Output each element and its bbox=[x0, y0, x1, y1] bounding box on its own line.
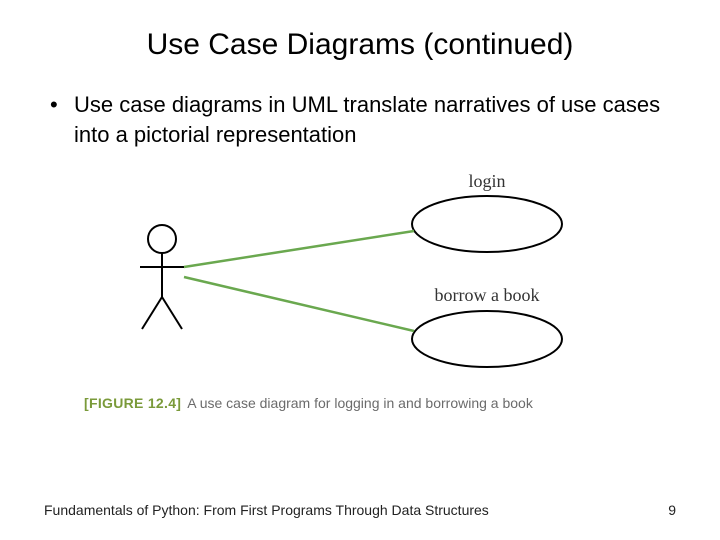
actor-icon bbox=[140, 225, 184, 329]
footer-source: Fundamentals of Python: From First Progr… bbox=[44, 502, 489, 518]
figure-caption: [FIGURE 12.4] A use case diagram for log… bbox=[84, 395, 642, 411]
usecase-ellipse-borrow bbox=[412, 311, 562, 367]
bullet-item: • Use case diagrams in UML translate nar… bbox=[50, 90, 676, 149]
usecase-label-login: login bbox=[468, 171, 505, 191]
usecase-label-borrow: borrow a book bbox=[435, 285, 540, 305]
page-title: Use Case Diagrams (continued) bbox=[44, 28, 676, 62]
use-case-diagram: login borrow a book [FIGURE 12.4] A use … bbox=[82, 169, 642, 411]
figure-caption-text: A use case diagram for logging in and bo… bbox=[187, 395, 533, 411]
association-line-borrow bbox=[184, 277, 414, 331]
footer-page-number: 9 bbox=[668, 502, 676, 518]
figure-tag: [FIGURE 12.4] bbox=[84, 395, 181, 411]
footer: Fundamentals of Python: From First Progr… bbox=[44, 502, 676, 518]
usecase-ellipse-login bbox=[412, 196, 562, 252]
diagram-svg: login borrow a book bbox=[82, 169, 642, 389]
bullet-dot-icon: • bbox=[50, 90, 74, 120]
association-line-login bbox=[184, 231, 414, 267]
bullet-text: Use case diagrams in UML translate narra… bbox=[74, 90, 676, 149]
slide: Use Case Diagrams (continued) • Use case… bbox=[0, 0, 720, 540]
